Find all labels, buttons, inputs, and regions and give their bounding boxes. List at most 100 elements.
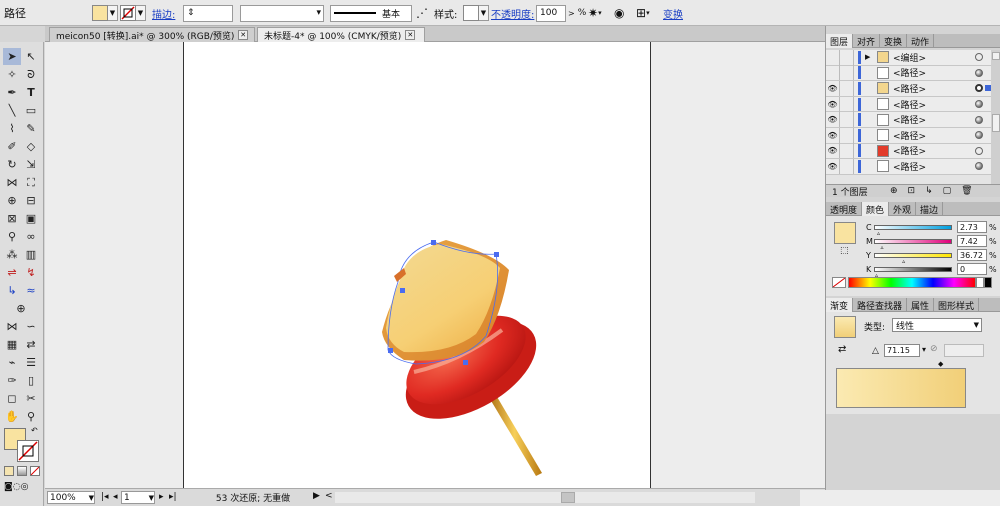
pencil-tool-icon[interactable]: ✎	[22, 120, 40, 137]
slider-track[interactable]: ▵	[874, 224, 952, 237]
channel-value-input[interactable]: 7.42	[957, 235, 987, 247]
locate-object-icon[interactable]: ⊕	[890, 186, 898, 196]
aspect-ratio-icon[interactable]: ⊘	[930, 344, 938, 354]
layer-row[interactable]: 👁 <路径>	[826, 143, 991, 160]
brush-definition-input[interactable]: 基本	[330, 4, 412, 22]
lock-toggle[interactable]	[840, 143, 854, 159]
shape-builder-tool-icon[interactable]: ⊕	[3, 192, 21, 209]
wave-tool-icon[interactable]: ≈	[22, 282, 40, 299]
target-icon[interactable]	[975, 84, 983, 93]
target-icon[interactable]	[975, 162, 983, 171]
eyedropper-alt-tool-icon[interactable]: ✑	[3, 372, 21, 389]
white-swatch[interactable]	[976, 277, 984, 288]
drawing-modes-icon[interactable]: ◙◌◎	[4, 482, 40, 494]
out-of-gamut-icon[interactable]: ⬚	[840, 246, 849, 256]
fill-color-swatch[interactable]	[834, 222, 856, 244]
none-color-icon[interactable]	[832, 277, 846, 288]
line-tool-icon[interactable]: ╲	[3, 102, 21, 119]
layer-row[interactable]: 👁 <路径>	[826, 127, 991, 144]
layer-row[interactable]: 👁 <路径>	[826, 80, 991, 97]
gradient-slider[interactable]	[836, 368, 966, 408]
chevron-down-icon[interactable]: ▼	[974, 321, 979, 329]
stroke-color-picker[interactable]: ▼	[120, 4, 146, 22]
tab-graphic-styles[interactable]: 图形样式	[934, 298, 980, 312]
eye-icon[interactable]: 👁	[826, 96, 840, 112]
color-mode-icon[interactable]	[4, 466, 14, 476]
eye-icon[interactable]: 👁	[826, 112, 840, 128]
gradient-type-select[interactable]: 线性 ▼	[892, 318, 982, 332]
scale-tool-icon[interactable]: ⇲	[22, 156, 40, 173]
fill-color-picker[interactable]: ▼	[92, 4, 118, 22]
zoom-tool-icon[interactable]: ⚲	[22, 408, 40, 425]
document-setup-icon[interactable]: ◉	[614, 4, 624, 22]
tab-document-1[interactable]: meicon50 [转换].ai* @ 300% (RGB/预览) ✕	[49, 27, 255, 42]
mesh-tool-icon[interactable]: ⊠	[3, 210, 21, 227]
symbol-sprayer-tool-icon[interactable]: ⁂	[3, 246, 21, 263]
selection-tool-icon[interactable]: ➤	[3, 48, 21, 65]
tab-document-2[interactable]: 未标题-4* @ 100% (CMYK/预览) ✕	[257, 27, 425, 42]
align-grid-icon[interactable]: ⊞ ▾	[636, 4, 650, 22]
channel-value-input[interactable]: 0	[957, 263, 987, 275]
stroke-weight-combo[interactable]: ⇕	[183, 4, 233, 22]
tab-pathfinder[interactable]: 路径查找器	[853, 298, 908, 312]
first-artboard-icon[interactable]: |◂	[101, 492, 109, 502]
target-icon[interactable]	[975, 68, 983, 77]
angle-dropdown-icon[interactable]: ▾	[922, 345, 926, 354]
new-layer-icon[interactable]: ▢	[943, 186, 952, 196]
chevron-down-icon[interactable]: ▼	[479, 5, 489, 21]
slider-track[interactable]: ▵	[874, 238, 952, 251]
zoom-select[interactable]: 100% ▼	[47, 491, 95, 504]
free-transform-tool-icon[interactable]: ⛶	[22, 174, 40, 191]
lock-toggle[interactable]	[840, 158, 854, 174]
visibility-toggle[interactable]	[826, 49, 840, 65]
warp-tool-icon[interactable]: ⋈	[3, 318, 21, 335]
gradient-preview-swatch[interactable]	[834, 316, 856, 338]
layer-row[interactable]: 👁 <路径>	[826, 158, 991, 175]
tab-transform[interactable]: 变换	[880, 34, 908, 48]
pucker-tool-icon[interactable]: ⇄	[22, 336, 40, 353]
recolor-icon[interactable]: ✷ ▾	[588, 4, 602, 22]
crosshair-tool-icon[interactable]: ⊕	[12, 300, 30, 317]
lock-toggle[interactable]	[840, 127, 854, 143]
tab-layers[interactable]: 图层	[826, 34, 854, 48]
shaper-tool-icon[interactable]: ↳	[3, 282, 21, 299]
lock-toggle[interactable]	[840, 80, 854, 96]
none-mode-icon[interactable]	[30, 466, 40, 476]
layer-row[interactable]: 👁 <路径>	[826, 112, 991, 128]
slice-tool-icon[interactable]: ✂	[22, 390, 40, 407]
rectangle-tool-alt-icon[interactable]: ⇌	[3, 264, 21, 281]
target-icon[interactable]	[975, 100, 983, 109]
next-artboard-icon[interactable]: ▸	[159, 492, 164, 502]
fill-swatch[interactable]	[92, 5, 108, 21]
gradient-midpoint-icon[interactable]: ◆	[938, 360, 943, 368]
scroll-left-icon[interactable]: <	[325, 491, 333, 501]
stroke-weight-input[interactable]: ⇕	[183, 4, 233, 22]
target-icon[interactable]	[975, 115, 983, 124]
grid-mesh-tool-icon[interactable]: ▦	[3, 336, 21, 353]
artwork-lollipop[interactable]	[184, 42, 652, 488]
lock-toggle[interactable]	[840, 49, 854, 65]
prev-artboard-icon[interactable]: ◂	[113, 492, 118, 502]
anchor-point[interactable]	[400, 288, 405, 293]
eye-icon[interactable]: 👁	[826, 143, 840, 159]
close-icon[interactable]: ✕	[405, 30, 416, 40]
blob-brush-tool-icon[interactable]: ✐	[3, 138, 21, 155]
reverse-gradient-icon[interactable]: ⇄	[838, 344, 846, 355]
eye-icon[interactable]: 👁	[826, 80, 840, 96]
channel-y-slider[interactable]: Y ▵ 36.72%	[866, 248, 1000, 265]
channel-c-slider[interactable]: C ▵ 2.73%	[866, 220, 1000, 237]
lock-toggle[interactable]	[840, 112, 854, 128]
anchor-point[interactable]	[431, 240, 436, 245]
hand-tool-icon[interactable]: ✋	[3, 408, 21, 425]
variable-width-combo[interactable]: ▾	[240, 4, 324, 22]
swap-colors-icon[interactable]: ↶	[31, 426, 38, 435]
visibility-toggle[interactable]	[826, 65, 840, 81]
color-spectrum-bar[interactable]	[848, 277, 976, 288]
curvature-tool-icon[interactable]: ↯	[22, 264, 40, 281]
graph-line-tool-icon[interactable]: ⌁	[3, 354, 21, 371]
anchor-point[interactable]	[463, 360, 468, 365]
artboard-select[interactable]: 1 ▼	[121, 491, 155, 504]
rectangle-tool-icon[interactable]: ▭	[22, 102, 40, 119]
tab-actions[interactable]: 动作	[907, 34, 935, 48]
chevron-right-icon[interactable]: >	[568, 9, 575, 18]
